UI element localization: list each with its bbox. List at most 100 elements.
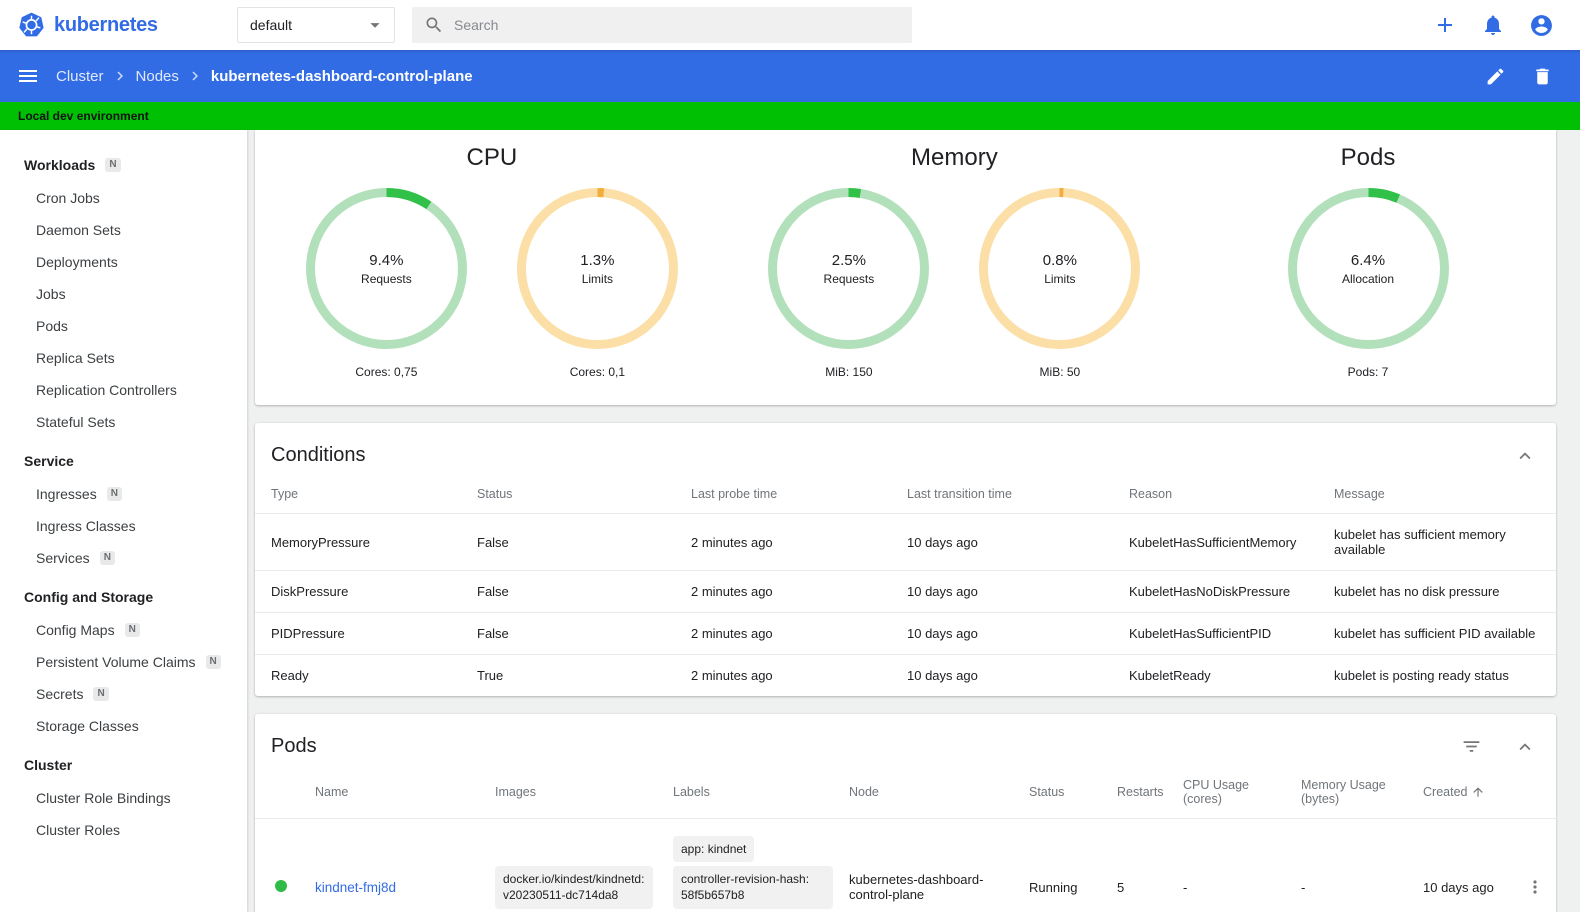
- condition-status: False: [467, 513, 681, 571]
- chevron-down-icon: [370, 23, 380, 28]
- cpu-limits-donut: 1.3% Limits: [515, 186, 680, 351]
- account-button[interactable]: [1529, 13, 1554, 38]
- sidebar-section-service: Service Ingresses N Ingress Classes Servi…: [0, 438, 247, 574]
- pods-allocation-donut: 6.4% Allocation: [1286, 186, 1451, 351]
- sidebar-item-label: Replica Sets: [36, 350, 115, 366]
- pod-restarts: 5: [1109, 817, 1175, 912]
- sidebar-item-cluster-role-bindings[interactable]: Cluster Role Bindings: [0, 782, 247, 814]
- sidebar-item-ingresses[interactable]: Ingresses N: [0, 478, 247, 510]
- pod-name-link[interactable]: kindnet-fmj8d: [315, 880, 396, 895]
- condition-status: False: [467, 612, 681, 655]
- column-header-name[interactable]: Name: [307, 766, 487, 819]
- search-input[interactable]: [454, 17, 900, 33]
- delete-button[interactable]: [1532, 66, 1553, 87]
- namespace-value: default: [250, 17, 293, 33]
- sidebar-item-storage-classes[interactable]: Storage Classes: [0, 710, 247, 742]
- column-header-created[interactable]: Created: [1415, 766, 1517, 819]
- pods-title: Pods: [1340, 144, 1396, 171]
- column-header-images[interactable]: Images: [487, 766, 665, 819]
- namespace-selector[interactable]: default: [237, 7, 395, 43]
- condition-status: True: [467, 654, 681, 696]
- kubernetes-logo: kubernetes: [0, 12, 237, 39]
- column-header-message: Message: [1334, 487, 1385, 501]
- sidebar-item-daemon-sets[interactable]: Daemon Sets: [0, 214, 247, 246]
- sidebar-item-deployments[interactable]: Deployments: [0, 246, 247, 278]
- pod-actions-button[interactable]: [1525, 877, 1545, 897]
- sidebar-item-label: Persistent Volume Claims: [36, 654, 196, 670]
- pod-cpu-usage: -: [1175, 817, 1293, 912]
- sidebar-item-label: Cron Jobs: [36, 190, 100, 206]
- filter-icon: [1463, 741, 1480, 752]
- namespaced-badge: N: [205, 655, 221, 669]
- sidebar-item-persistent-volume-claims[interactable]: Persistent Volume Claims N: [0, 646, 247, 678]
- main-content: CPU 9.4% Requests Cores: 0,75 1.3% Limit…: [247, 130, 1580, 912]
- hamburger-icon: [19, 70, 37, 82]
- sort-arrow-up-icon: [1473, 787, 1484, 797]
- sidebar-item-label: Config Maps: [36, 622, 115, 638]
- cpu-limits-chart: 1.3% Limits Cores: 0,1: [515, 186, 680, 379]
- sidebar-item-cluster-roles[interactable]: Cluster Roles: [0, 814, 247, 846]
- create-resource-button[interactable]: [1433, 13, 1457, 37]
- column-header-memory-usage: Memory Usage (bytes): [1301, 778, 1386, 806]
- sidebar-item-config-maps[interactable]: Config Maps N: [0, 614, 247, 646]
- cpu-requests-chart: 9.4% Requests Cores: 0,75: [304, 186, 469, 379]
- pods-filter-button[interactable]: [1461, 736, 1482, 757]
- memory-allocation-group: Memory 2.5% Requests MiB: 150 0.8% Limit…: [729, 138, 1180, 379]
- sidebar-item-label: Jobs: [36, 286, 66, 302]
- pods-table: Name Images Labels Node Status Restarts …: [255, 766, 1557, 912]
- condition-row: PIDPressure False 2 minutes ago 10 days …: [255, 612, 1556, 655]
- breadcrumb-cluster[interactable]: Cluster: [56, 68, 104, 85]
- pods-collapse-button[interactable]: [1514, 736, 1536, 758]
- conditions-title: Conditions: [271, 444, 366, 466]
- pods-card-title: Pods: [271, 735, 317, 757]
- condition-reason: KubeletHasNoDiskPressure: [1119, 570, 1324, 613]
- sidebar-item-secrets[interactable]: Secrets N: [0, 678, 247, 710]
- section-title: Cluster: [24, 757, 73, 773]
- menu-button[interactable]: [0, 64, 56, 88]
- condition-type: PIDPressure: [255, 612, 467, 655]
- pencil-icon: [1487, 68, 1504, 84]
- conditions-collapse-button[interactable]: [1514, 445, 1536, 467]
- sidebar-item-label: Ingresses: [36, 486, 97, 502]
- donut-footer: Cores: 0,75: [355, 365, 418, 379]
- sidebar-item-stateful-sets[interactable]: Stateful Sets: [0, 406, 247, 438]
- action-bar: Cluster Nodes kubernetes-dashboard-contr…: [0, 50, 1580, 102]
- sidebar-item-replica-sets[interactable]: Replica Sets: [0, 342, 247, 374]
- condition-row: DiskPressure False 2 minutes ago 10 days…: [255, 570, 1556, 613]
- sidebar-item-jobs[interactable]: Jobs: [0, 278, 247, 310]
- sidebar-item-pods[interactable]: Pods: [0, 310, 247, 342]
- donut-metric-label: Limits: [1044, 271, 1076, 286]
- pod-node: kubernetes-dashboard-control-plane: [841, 817, 1021, 912]
- sidebar-item-label: Daemon Sets: [36, 222, 121, 238]
- allocation-card: CPU 9.4% Requests Cores: 0,75 1.3% Limit…: [255, 130, 1556, 405]
- column-header-node[interactable]: Node: [841, 766, 1021, 819]
- donut-footer: MiB: 50: [1039, 365, 1081, 379]
- more-vert-icon: [1533, 880, 1537, 895]
- pod-created: 10 days ago: [1415, 817, 1517, 912]
- sidebar-item-ingress-classes[interactable]: Ingress Classes: [0, 510, 247, 542]
- breadcrumb-current: kubernetes-dashboard-control-plane: [210, 67, 473, 85]
- column-header-last-probe-time: Last probe time: [691, 487, 778, 501]
- sidebar-item-replication-controllers[interactable]: Replication Controllers: [0, 374, 247, 406]
- search-bar[interactable]: [412, 7, 912, 43]
- memory-requests-donut: 2.5% Requests: [766, 186, 931, 351]
- sidebar-item-services[interactable]: Services N: [0, 542, 247, 574]
- conditions-table: Type Status Last probe time Last transit…: [255, 475, 1556, 696]
- edit-button[interactable]: [1485, 66, 1506, 87]
- kubernetes-logo-icon: [19, 12, 44, 36]
- memory-limits-donut: 0.8% Limits: [977, 186, 1142, 351]
- condition-type: MemoryPressure: [255, 513, 467, 571]
- sidebar-section-config-and-storage: Config and Storage Config Maps N Persiste…: [0, 574, 247, 742]
- cpu-allocation-group: CPU 9.4% Requests Cores: 0,75 1.3% Limit…: [255, 138, 729, 379]
- notifications-button[interactable]: [1481, 13, 1505, 37]
- donut-metric-label: Requests: [361, 271, 412, 286]
- sidebar-item-label: Deployments: [36, 254, 118, 270]
- column-header-status[interactable]: Status: [1021, 766, 1109, 819]
- column-header-restarts[interactable]: Restarts: [1109, 766, 1175, 819]
- condition-probe-time: 2 minutes ago: [681, 513, 897, 571]
- condition-transition-time: 10 days ago: [897, 612, 1119, 655]
- breadcrumb-nodes[interactable]: Nodes: [136, 68, 179, 85]
- sidebar-item-cron-jobs[interactable]: Cron Jobs: [0, 182, 247, 214]
- cpu-title: CPU: [466, 144, 518, 171]
- donut-metric-label: Requests: [823, 271, 875, 286]
